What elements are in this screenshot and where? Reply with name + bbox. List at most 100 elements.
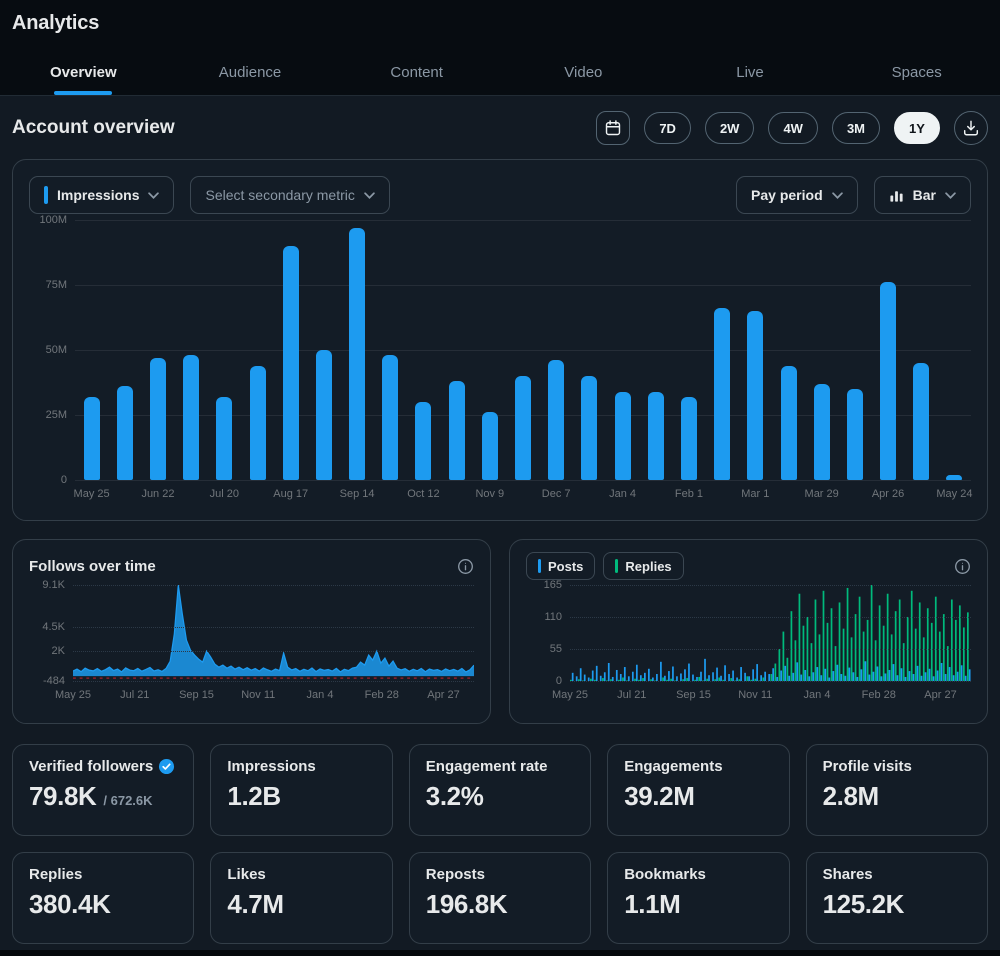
tab-spaces[interactable]: Spaces bbox=[833, 49, 1000, 95]
chart-type-select[interactable]: Bar bbox=[873, 176, 971, 214]
info-icon[interactable] bbox=[457, 558, 474, 575]
y-axis-label: 55 bbox=[549, 643, 562, 655]
impressions-bar[interactable] bbox=[913, 363, 930, 480]
bar-slot bbox=[872, 220, 905, 480]
x-axis-label: Nov 9 bbox=[475, 488, 505, 500]
section-header: Account overview 7D 2W 4W 3M 1Y bbox=[12, 96, 988, 159]
metric-card-engagement-rate: Engagement rate 3.2% bbox=[408, 744, 592, 836]
secondary-metric-select[interactable]: Select secondary metric bbox=[190, 176, 390, 214]
tab-live[interactable]: Live bbox=[667, 49, 834, 95]
range-button-4w[interactable]: 4W bbox=[768, 112, 818, 144]
x-axis-label: Apr 27 bbox=[924, 689, 957, 701]
impressions-bar[interactable] bbox=[515, 376, 532, 480]
app-header: Analytics Overview Audience Content Vide… bbox=[0, 0, 1000, 96]
period-select[interactable]: Pay period bbox=[736, 176, 858, 214]
impressions-bar[interactable] bbox=[83, 396, 100, 480]
range-button-2w[interactable]: 2W bbox=[704, 112, 755, 144]
impressions-bar[interactable] bbox=[880, 282, 897, 480]
impressions-bar[interactable] bbox=[415, 402, 432, 480]
impressions-bar[interactable] bbox=[581, 376, 598, 480]
x-axis-label: Feb 28 bbox=[861, 689, 896, 701]
range-button-7d[interactable]: 7D bbox=[644, 112, 691, 144]
impressions-bar[interactable] bbox=[680, 396, 697, 480]
bar-slot bbox=[407, 220, 440, 480]
bar-slot bbox=[540, 220, 573, 480]
bar-slot bbox=[241, 220, 274, 480]
impressions-bar[interactable] bbox=[149, 357, 166, 480]
metric-label: Engagements bbox=[624, 758, 723, 775]
legend-chip-replies[interactable]: Replies bbox=[603, 552, 684, 580]
metric-value: 39.2M bbox=[624, 781, 695, 811]
impressions-bar[interactable] bbox=[448, 381, 465, 480]
impressions-bar[interactable] bbox=[846, 389, 863, 480]
tab-bar: Overview Audience Content Video Live Spa… bbox=[0, 49, 1000, 96]
metric-card-impressions: Impressions 1.2B bbox=[210, 744, 393, 836]
x-axis-label: Feb 28 bbox=[364, 689, 399, 701]
bar-slot bbox=[440, 220, 473, 480]
impressions-bar[interactable] bbox=[714, 308, 731, 480]
tab-overview[interactable]: Overview bbox=[0, 49, 167, 95]
x-axis: May 25 Jul 21 Sep 15 Nov 11 Jan 4 Feb 28 Apr 2… bbox=[55, 681, 474, 703]
gridline bbox=[73, 585, 474, 586]
bar-slot bbox=[805, 220, 838, 480]
metric-label: Verified followers bbox=[29, 758, 154, 775]
y-axis-label: 9.1K bbox=[42, 579, 65, 591]
plot-area bbox=[75, 220, 971, 481]
metric-card-replies: Replies 380.4K bbox=[12, 852, 195, 944]
y-axis-label: -484 bbox=[42, 675, 65, 687]
metric-value: 1.1M bbox=[624, 889, 681, 919]
bar-chart-icon bbox=[890, 190, 903, 202]
x-axis-label: Mar 1 bbox=[741, 488, 770, 500]
x-axis-label: Aug 17 bbox=[273, 488, 309, 500]
tab-content[interactable]: Content bbox=[333, 49, 500, 95]
x-axis-label: Jul 21 bbox=[120, 689, 150, 701]
impressions-bar[interactable] bbox=[382, 355, 399, 480]
legend-chip-posts[interactable]: Posts bbox=[526, 552, 596, 580]
impressions-bar[interactable] bbox=[548, 360, 565, 480]
tab-video[interactable]: Video bbox=[500, 49, 667, 95]
metrics-grid: Verified followers 79.8K / 672.6K Impres… bbox=[12, 744, 988, 944]
x-axis-label: Jan 4 bbox=[803, 689, 831, 701]
impressions-bar[interactable] bbox=[780, 365, 797, 480]
impressions-bar[interactable] bbox=[813, 383, 830, 480]
impressions-bar[interactable] bbox=[747, 311, 764, 480]
metric-label: Bookmarks bbox=[624, 866, 706, 883]
range-button-1y[interactable]: 1Y bbox=[894, 112, 940, 144]
impressions-bar[interactable] bbox=[614, 391, 631, 480]
info-icon[interactable] bbox=[954, 558, 971, 575]
impressions-bar[interactable] bbox=[481, 412, 498, 480]
impressions-bar[interactable] bbox=[249, 365, 266, 480]
impressions-bar[interactable] bbox=[282, 246, 299, 480]
bar-slot bbox=[274, 220, 307, 480]
calendar-button[interactable] bbox=[596, 111, 631, 145]
download-button[interactable] bbox=[954, 111, 988, 145]
tab-label: Video bbox=[564, 63, 603, 81]
impressions-bar[interactable] bbox=[116, 386, 133, 480]
x-axis-label: May 24 bbox=[936, 488, 973, 500]
range-button-3m[interactable]: 3M bbox=[831, 112, 880, 144]
impressions-bar[interactable] bbox=[349, 227, 366, 480]
x-axis-label: May 25 bbox=[73, 488, 110, 500]
impressions-bar[interactable] bbox=[647, 391, 664, 480]
x-axis-label: Sep 15 bbox=[676, 689, 711, 701]
tab-audience[interactable]: Audience bbox=[167, 49, 334, 95]
x-axis-label: Sep 14 bbox=[339, 488, 375, 500]
chevron-down-icon bbox=[364, 191, 375, 199]
metric-label: Impressions bbox=[227, 758, 316, 775]
primary-metric-select[interactable]: Impressions bbox=[29, 176, 175, 214]
x-axis-label: Dec 7 bbox=[541, 488, 571, 500]
metric-card-profile-visits: Profile visits 2.8M bbox=[805, 744, 988, 836]
active-tab-underline bbox=[54, 91, 113, 95]
bar-slot bbox=[706, 220, 739, 480]
metric-value: 3.2% bbox=[425, 781, 484, 811]
x-axis-label: Jan 4 bbox=[609, 488, 637, 500]
bar-slot bbox=[141, 220, 174, 480]
impressions-bar[interactable] bbox=[183, 355, 200, 480]
y-axis: 9.1K 4.5K 2K -484 bbox=[29, 579, 73, 687]
bar-slot bbox=[108, 220, 141, 480]
y-axis-label: 110 bbox=[544, 611, 562, 623]
y-axis-label: 25M bbox=[45, 409, 67, 421]
posts-swatch bbox=[538, 559, 541, 573]
impressions-bar[interactable] bbox=[216, 396, 233, 480]
impressions-bar[interactable] bbox=[315, 350, 332, 480]
